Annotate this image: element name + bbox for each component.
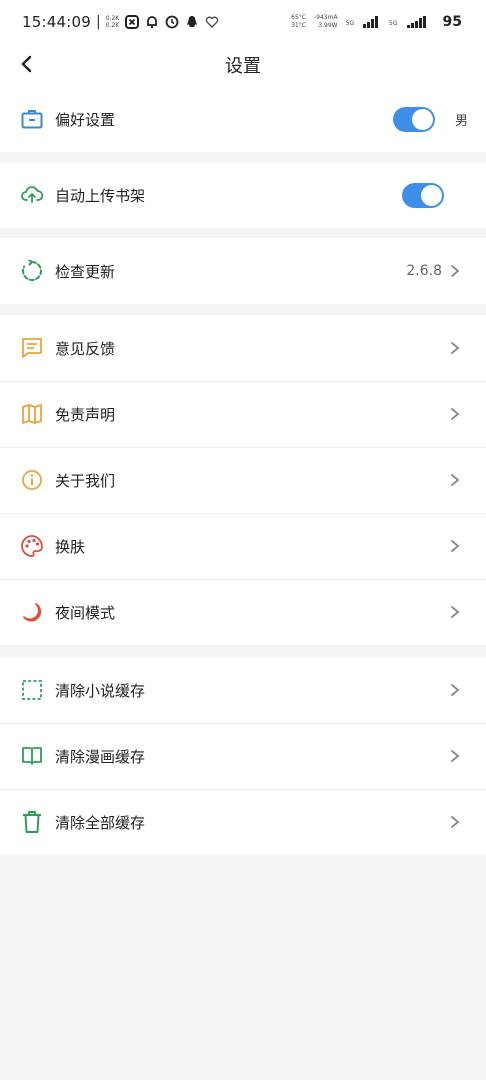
preference-toggle[interactable] <box>392 106 435 132</box>
preference-label: 偏好设置 <box>55 110 116 129</box>
status-right: 65°C 31°C -943mA 3.99W 5G 5G 95 <box>291 14 462 30</box>
chevron-right-icon <box>450 683 462 697</box>
speed-up: 0.2K <box>105 15 120 22</box>
auto-upload-toggle[interactable] <box>402 182 444 208</box>
row-clear-all[interactable]: 清除全部缓存 <box>0 789 486 855</box>
check-update-label: 检查更新 <box>55 262 116 281</box>
row-clear-comic[interactable]: 清除漫画缓存 <box>0 723 486 789</box>
chevron-right-icon <box>450 341 462 355</box>
power-info: -943mA 3.99W <box>314 14 338 30</box>
group-update: 检查更新 2.6.8 <box>0 238 486 304</box>
chevron-right-icon <box>450 539 462 553</box>
net-label-2: 5G <box>389 20 398 27</box>
network-speed: 0.2K 0.2K <box>106 15 119 29</box>
speed-down: 0.2K <box>105 22 120 29</box>
group-auto-upload: 自动上传书架 <box>0 162 486 228</box>
temp-cpu: 65°C <box>291 14 306 21</box>
feedback-label: 意见反馈 <box>55 339 116 358</box>
clear-all-label: 清除全部缓存 <box>55 813 146 832</box>
moon-icon <box>20 600 44 624</box>
row-check-update[interactable]: 检查更新 2.6.8 <box>0 238 486 304</box>
row-night-mode[interactable]: 夜间模式 <box>0 579 486 645</box>
battery-level: 95 <box>442 14 462 30</box>
book-icon <box>20 744 44 768</box>
temp-battery: 31°C <box>291 22 306 29</box>
briefcase-icon <box>20 107 44 131</box>
notification-icons <box>125 15 219 29</box>
group-preferences: 偏好设置 男 <box>0 86 486 152</box>
chevron-right-icon <box>450 749 462 763</box>
row-auto-upload[interactable]: 自动上传书架 <box>0 162 486 228</box>
status-bar: 15:44:09 | 0.2K 0.2K 65°C 31°C -943mA 3.… <box>0 0 486 44</box>
info-icon <box>20 468 44 492</box>
cloud-upload-icon <box>20 183 44 207</box>
message-icon <box>20 336 44 360</box>
about-label: 关于我们 <box>55 471 116 490</box>
trash-icon <box>20 810 44 834</box>
temperature: 65°C 31°C <box>291 14 306 30</box>
signal-icon <box>363 16 381 28</box>
bell-icon <box>145 15 159 29</box>
chevron-right-icon <box>450 264 462 278</box>
gender-value: 男 <box>454 113 468 129</box>
version-value: 2.6.8 <box>406 263 442 279</box>
signal-icon-2 <box>406 16 431 28</box>
row-skin[interactable]: 换肤 <box>0 513 486 579</box>
skin-label: 换肤 <box>55 537 86 556</box>
qq-icon <box>185 15 199 29</box>
app-header: 设置 <box>0 44 486 86</box>
power-value: 3.99W <box>318 22 338 29</box>
row-about[interactable]: 关于我们 <box>0 447 486 513</box>
disclaimer-label: 免责声明 <box>55 405 116 424</box>
heart-icon <box>205 15 219 29</box>
net-label-1: 5G <box>345 20 355 27</box>
dashed-square-icon <box>20 678 44 702</box>
chevron-right-icon <box>450 473 462 487</box>
group-cache: 清除小说缓存 清除漫画缓存 清除全部缓存 <box>0 657 486 855</box>
group-info: 意见反馈 免责声明 关于我们 换肤 夜间模式 <box>0 315 486 645</box>
row-preference[interactable]: 偏好设置 男 <box>0 86 486 152</box>
row-feedback[interactable]: 意见反馈 <box>0 315 486 381</box>
close-box-icon <box>125 15 140 29</box>
status-separator: | <box>95 14 101 30</box>
current-value: -943mA <box>314 14 338 21</box>
status-time: 15:44:09 <box>22 13 91 31</box>
chevron-right-icon <box>450 407 462 421</box>
row-disclaimer[interactable]: 免责声明 <box>0 381 486 447</box>
palette-icon <box>20 534 44 558</box>
refresh-icon <box>20 259 44 283</box>
row-clear-novel[interactable]: 清除小说缓存 <box>0 657 486 723</box>
chevron-right-icon <box>450 605 462 619</box>
auto-upload-label: 自动上传书架 <box>55 186 146 205</box>
chevron-right-icon <box>450 815 462 829</box>
page-title: 设置 <box>225 56 261 77</box>
clear-novel-label: 清除小说缓存 <box>55 681 146 700</box>
clock-icon <box>165 15 179 29</box>
night-mode-label: 夜间模式 <box>55 603 116 622</box>
map-icon <box>20 402 44 426</box>
clear-comic-label: 清除漫画缓存 <box>55 747 146 766</box>
